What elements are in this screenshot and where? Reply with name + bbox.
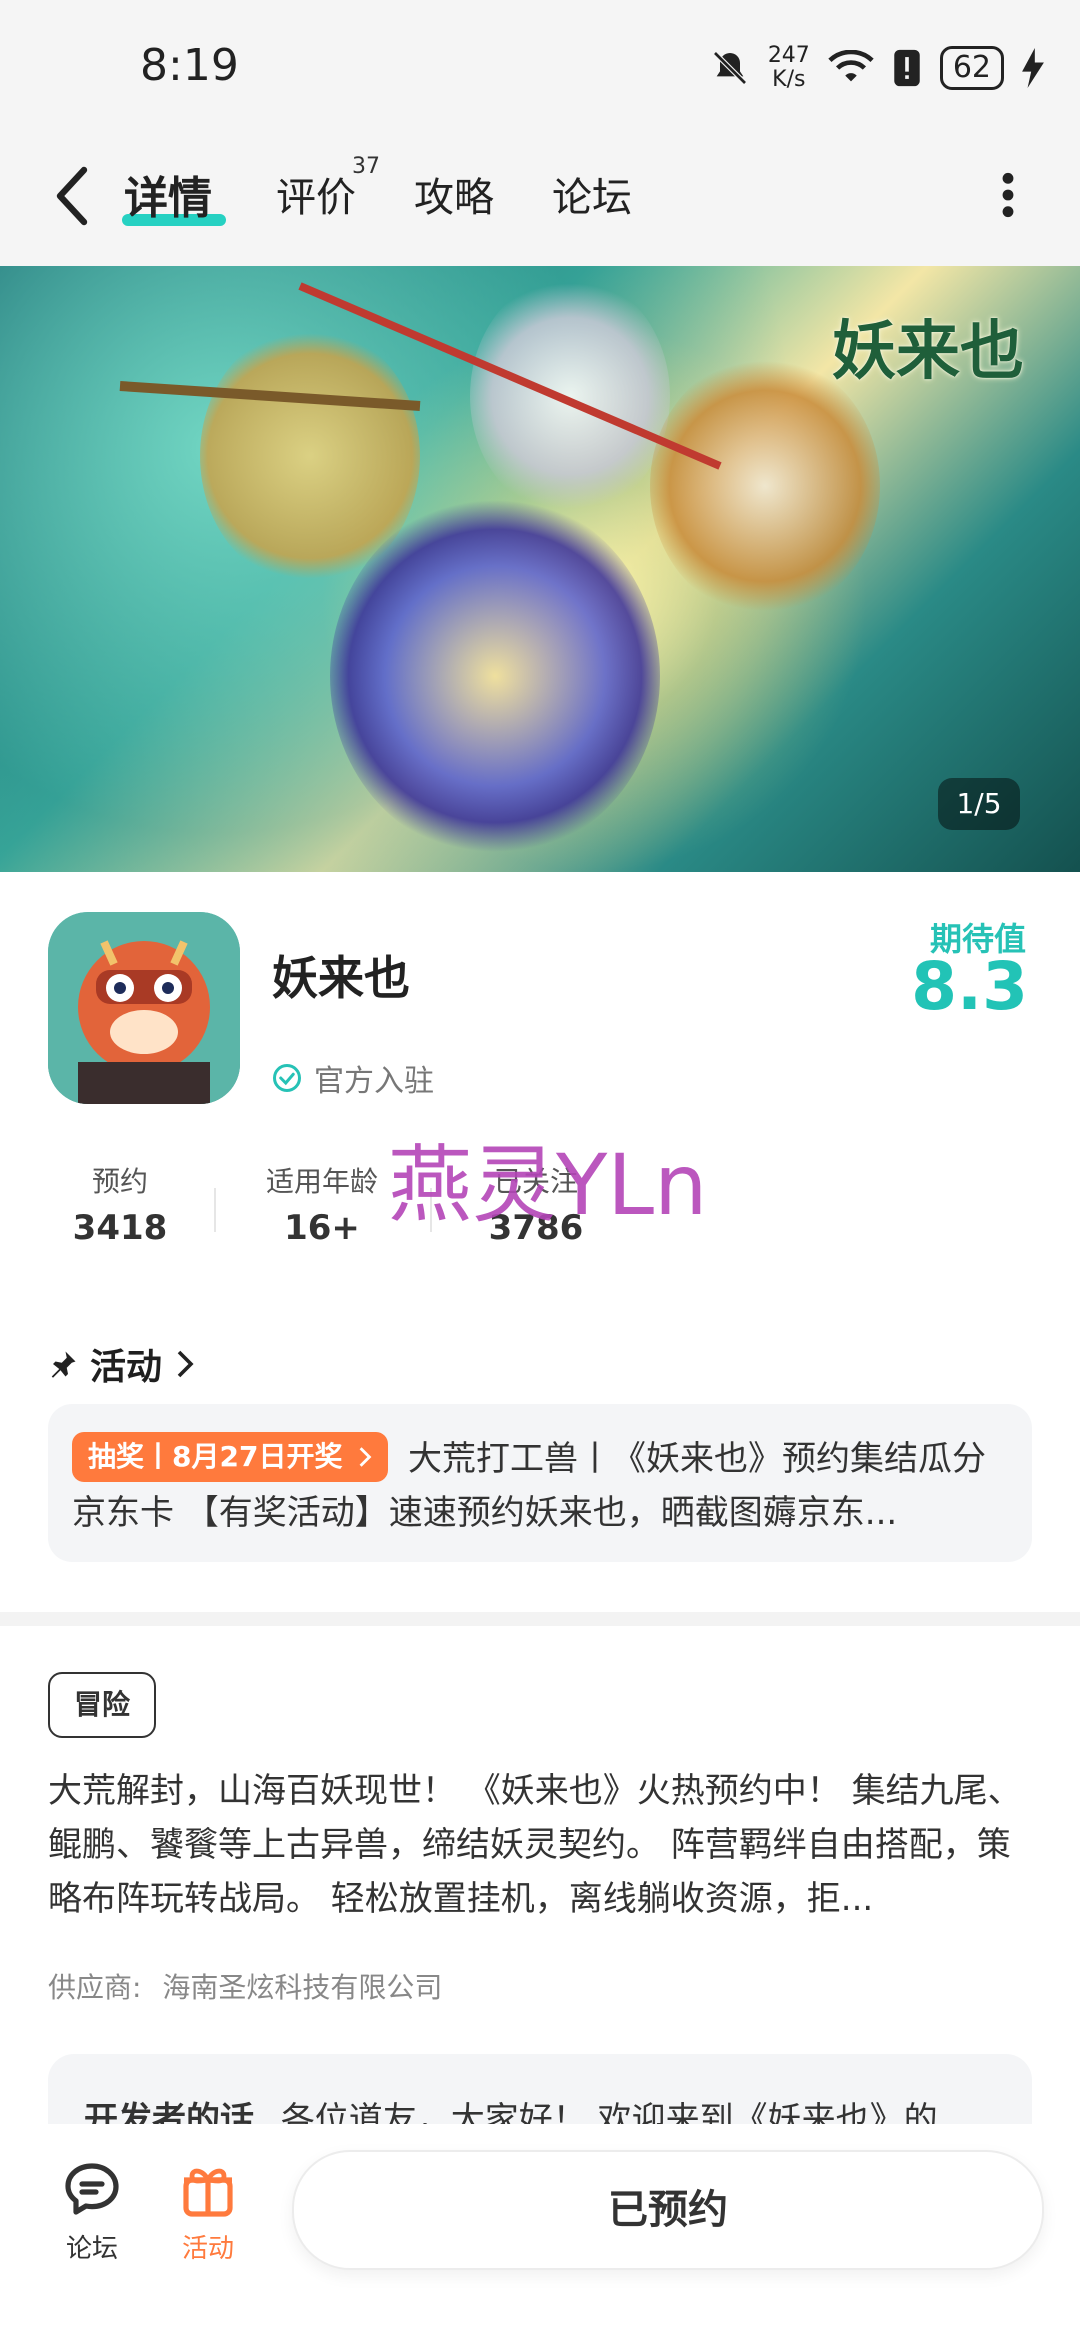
stat-divider xyxy=(214,1188,216,1232)
chat-bubble-icon xyxy=(65,2163,119,2215)
tab-forum[interactable]: 论坛 xyxy=(552,165,632,223)
back-icon[interactable] xyxy=(52,166,92,226)
stat-reservations-label: 预约 xyxy=(91,1165,148,1198)
pin-icon xyxy=(51,1351,76,1378)
stat-age-value: 16+ xyxy=(284,1208,360,1248)
reviews-count-badge: 37 xyxy=(352,154,380,179)
wifi-icon xyxy=(828,50,874,82)
status-icons: 247 K/s 62 xyxy=(710,44,1044,92)
supplier-name: 海南圣炫科技有限公司 xyxy=(162,1971,443,2004)
genre-tag[interactable]: 冒险 xyxy=(48,1672,156,1738)
app-name: 妖来也 xyxy=(272,951,410,1005)
tab-guides[interactable]: 攻略 xyxy=(414,165,494,223)
tab-reviews[interactable]: 评价 xyxy=(276,165,356,223)
game-description[interactable]: 大荒解封，山海百妖现世！ 《妖来也》火热预约中！ 集结九尾、鲲鹏、饕餮等上古异兽… xyxy=(48,1764,1038,1926)
bottom-forum-button[interactable]: 论坛 xyxy=(60,2158,124,2265)
lottery-date-badge[interactable]: 抽奖丨8月27日开奖 xyxy=(72,1432,389,1482)
chevron-right-icon xyxy=(359,1447,372,1467)
bottom-activity-label: 活动 xyxy=(181,2234,234,2264)
expectation-score: 8.3 xyxy=(911,948,1028,1025)
activity-section-header[interactable]: 活动 xyxy=(48,1338,196,1390)
reserved-button[interactable]: 已预约 xyxy=(292,2150,1044,2270)
banner-page-counter: 1/5 xyxy=(938,778,1020,830)
mute-bell-icon xyxy=(713,51,747,85)
official-badge: 官方入驻 xyxy=(272,1056,434,1100)
charging-icon xyxy=(1022,48,1044,88)
supplier-line: 供应商: 海南圣炫科技有限公司 xyxy=(48,1966,442,2006)
gift-icon xyxy=(183,2168,233,2217)
chevron-right-icon xyxy=(177,1350,194,1378)
tab-details[interactable]: 详情 xyxy=(124,162,212,226)
stat-reservations-value: 3418 xyxy=(72,1208,168,1248)
network-speed: 247 K/s xyxy=(767,43,810,92)
bottom-forum-label: 论坛 xyxy=(65,2234,118,2264)
activity-heading: 活动 xyxy=(90,1347,163,1388)
banner-logo-text: 妖来也 xyxy=(832,315,1024,389)
more-options-icon[interactable] xyxy=(1000,170,1016,220)
official-label: 官方入驻 xyxy=(314,1064,434,1099)
stat-age-label: 适用年龄 xyxy=(265,1165,378,1198)
battery-indicator: 62 xyxy=(939,46,1004,90)
section-separator xyxy=(0,1612,1080,1626)
verified-check-icon xyxy=(273,1064,301,1092)
watermark-text: 燕灵YLn xyxy=(388,1136,708,1234)
bottom-activity-button[interactable]: 活动 xyxy=(176,2158,240,2265)
sim-alert-icon xyxy=(894,49,920,87)
app-icon xyxy=(48,912,240,1104)
supplier-label: 供应商: xyxy=(48,1971,142,2004)
status-time: 8:19 xyxy=(140,40,239,91)
